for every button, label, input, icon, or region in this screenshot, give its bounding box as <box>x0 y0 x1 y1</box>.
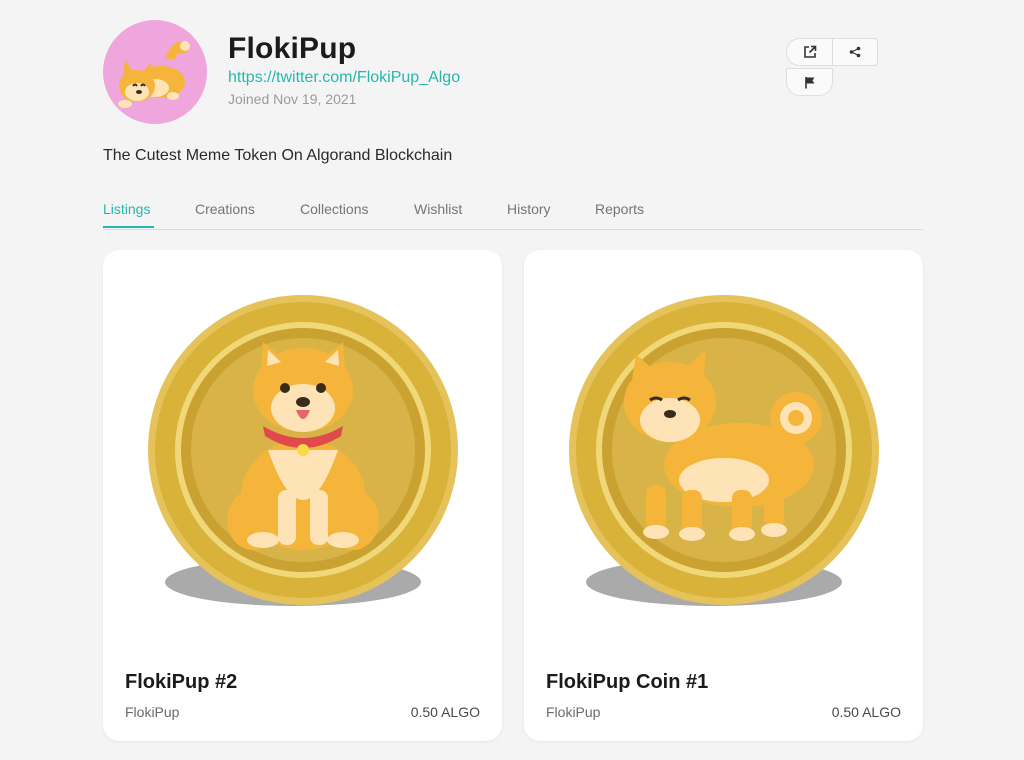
active-tab-indicator <box>103 226 154 228</box>
listing-creator[interactable]: FlokiPup <box>125 704 179 720</box>
flag-icon <box>804 76 814 88</box>
profile-twitter-link[interactable]: https://twitter.com/FlokiPup_Algo <box>228 69 460 87</box>
tab-creations[interactable]: Creations <box>195 201 255 217</box>
tab-history[interactable]: History <box>507 201 551 217</box>
external-link-icon <box>803 45 816 58</box>
profile-avatar <box>103 20 207 124</box>
flokipup-coin-sitting-image <box>148 295 458 606</box>
listing-card[interactable]: FlokiPup Coin #1 FlokiPup 0.50 ALGO <box>524 250 923 741</box>
listing-title: FlokiPup #2 <box>125 671 238 693</box>
tab-reports[interactable]: Reports <box>595 201 644 217</box>
listing-title: FlokiPup Coin #1 <box>546 671 709 693</box>
listing-price: 0.50 ALGO <box>410 704 480 720</box>
profile-tabs: Listings Creations Collections Wishlist … <box>103 196 923 230</box>
profile-bio: The Cutest Meme Token On Algorand Blockc… <box>103 147 453 164</box>
open-external-button[interactable] <box>786 38 833 66</box>
tab-collections[interactable]: Collections <box>300 201 368 217</box>
share-button[interactable] <box>832 38 878 66</box>
flokipup-coin-standing-image <box>569 295 879 606</box>
tab-listings[interactable]: Listings <box>103 201 150 217</box>
listing-creator[interactable]: FlokiPup <box>546 704 600 720</box>
dog-avatar-icon <box>118 41 190 108</box>
listing-card[interactable]: FlokiPup #2 FlokiPup 0.50 ALGO <box>103 250 502 741</box>
profile-name: FlokiPup <box>228 32 357 65</box>
profile-joined-date: Joined Nov 19, 2021 <box>228 91 357 107</box>
share-icon <box>849 46 861 58</box>
report-flag-button[interactable] <box>786 68 833 96</box>
tab-wishlist[interactable]: Wishlist <box>414 201 462 217</box>
listing-price: 0.50 ALGO <box>831 704 901 720</box>
